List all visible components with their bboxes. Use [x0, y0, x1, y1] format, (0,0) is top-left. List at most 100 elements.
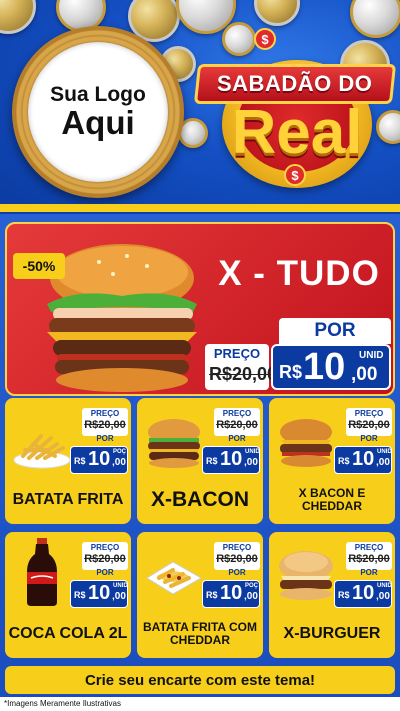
fries-cheddar-icon [146, 561, 203, 595]
old-price-label: PREÇO [354, 543, 384, 552]
coin-decoration [0, 0, 36, 34]
new-price-label: POR [360, 568, 378, 577]
unit-label: UNID [245, 449, 260, 455]
old-price-label: PREÇO [222, 543, 252, 552]
product-card[interactable]: PREÇO R$20,00 POR R$ 10 UNID ,00 COCA CO… [5, 532, 131, 658]
new-price-label: POR [279, 318, 391, 344]
product-name: COCA COLA 2L [8, 624, 128, 642]
new-price-label: POR [360, 434, 378, 443]
old-price-box: PREÇO R$20,00 [82, 542, 128, 570]
price-integer: 10 [352, 448, 375, 470]
old-price-label: PREÇO [222, 409, 252, 418]
price-integer: 10 [220, 582, 243, 604]
old-price-box: PREÇO R$20,00 [346, 542, 392, 570]
product-name: BATATA FRITA COM CHEDDAR [143, 620, 257, 647]
price-decimal: ,00 [376, 457, 390, 468]
logo-placeholder[interactable]: Sua Logo Aqui [28, 42, 168, 182]
old-price-label: PREÇO [90, 543, 120, 552]
old-price-box: PREÇO R$20,00 [214, 542, 260, 570]
dollar-coin-icon: $ [254, 28, 276, 50]
disclaimer: *Imagens Meramente Ilustrativas [0, 697, 400, 711]
burger-icon [280, 419, 332, 467]
title-top: SABADÃO DO [217, 71, 373, 96]
price-decimal: ,00 [351, 364, 378, 385]
featured-name: X - TUDO [218, 254, 380, 293]
product-card[interactable]: PREÇO R$20,00 POR R$ 10 UNID ,00 X-BURGU… [269, 532, 395, 658]
burger-icon [148, 419, 200, 468]
coin-decoration [350, 0, 400, 38]
currency: R$ [74, 456, 86, 466]
old-price-box: PREÇO R$20,00 [82, 408, 128, 436]
currency: R$ [206, 590, 218, 600]
unit-label: UNID [377, 449, 392, 455]
new-price-label: POR [96, 568, 114, 577]
product-card[interactable]: PREÇO R$20,00 POR R$ 10 POÇ ,00 BATATA F… [137, 532, 263, 658]
featured-offer[interactable]: -50% X - TUDO PREÇO R$20,00 POR R$ 10 UN… [5, 222, 395, 396]
currency: R$ [279, 362, 303, 382]
new-price-label: POR [228, 434, 246, 443]
old-price: R$20,00 [209, 364, 278, 384]
old-price: R$20,00 [84, 553, 126, 565]
product-name: BATATA FRITA [12, 490, 124, 508]
price-integer: 10 [88, 582, 111, 604]
price-decimal: ,00 [244, 457, 258, 468]
currency: R$ [74, 590, 86, 600]
price-integer: 10 [303, 346, 346, 388]
header-banner: Sua Logo Aqui $ SABADÃO DO Real $ [0, 0, 400, 212]
header-stripe [0, 204, 400, 212]
old-price: R$20,00 [216, 553, 258, 565]
price-integer: 10 [352, 582, 375, 604]
old-price: R$20,00 [84, 419, 126, 431]
old-price: R$20,00 [348, 553, 390, 565]
new-price-box: R$ 10 UNID ,00 [334, 446, 392, 474]
old-price-box: PREÇO R$20,00 [346, 408, 392, 436]
new-price-box: R$ 10 UNID ,00 [271, 344, 391, 390]
price-decimal: ,00 [376, 591, 390, 602]
unit-label: POÇ [245, 583, 259, 589]
new-price-box: R$ 10 UNID ,00 [70, 580, 128, 608]
new-price-label: POR [228, 568, 246, 577]
currency: R$ [338, 456, 350, 466]
unit-label: UNID [377, 583, 392, 589]
product-name: X-BACON [151, 487, 249, 511]
old-price-label: PREÇO [213, 346, 261, 361]
old-price-box: PREÇO R$20,00 [205, 344, 278, 390]
old-price-label: PREÇO [354, 409, 384, 418]
new-price-label: POR [96, 434, 114, 443]
currency: R$ [338, 590, 350, 600]
burger-icon [279, 551, 333, 600]
price-integer: 10 [88, 448, 111, 470]
price-decimal: ,00 [112, 591, 126, 602]
old-price-box: PREÇO R$20,00 [214, 408, 260, 436]
unit-label: UNID [113, 583, 128, 589]
fries-icon [13, 434, 71, 469]
price-integer: 10 [220, 448, 243, 470]
currency: R$ [206, 456, 218, 466]
product-card[interactable]: PREÇO R$20,00 POR R$ 10 UNID ,00 X BACON… [269, 398, 395, 524]
new-price-box: R$ 10 UNID ,00 [334, 580, 392, 608]
flyer: Sua Logo Aqui $ SABADÃO DO Real $ -50% X… [0, 0, 400, 711]
title-badge: $ SABADÃO DO Real $ [193, 28, 397, 194]
offers-section: -50% X - TUDO PREÇO R$20,00 POR R$ 10 UN… [0, 214, 400, 711]
logo-text-top: Sua Logo [50, 83, 146, 107]
product-name: X BACON E CHEDDAR [298, 486, 366, 513]
new-price-box: R$ 10 POÇ ,00 [70, 446, 128, 474]
logo-text-bottom: Aqui [61, 104, 135, 142]
product-card[interactable]: PREÇO R$20,00 POR R$ 10 POÇ ,00 BATATA F… [5, 398, 131, 524]
new-price-box: R$ 10 POÇ ,00 [202, 580, 260, 608]
new-price-box: R$ 10 UNID ,00 [202, 446, 260, 474]
old-price: R$20,00 [216, 419, 258, 431]
product-card[interactable]: PREÇO R$20,00 POR R$ 10 UNID ,00 X-BACON [137, 398, 263, 524]
price-decimal: ,00 [244, 591, 258, 602]
old-price-label: PREÇO [90, 409, 120, 418]
product-name: X-BURGUER [283, 624, 381, 642]
title-main: Real [231, 98, 363, 167]
price-decimal: ,00 [112, 457, 126, 468]
unit-label: UNID [359, 350, 384, 361]
cta-banner[interactable]: Crie seu encarte com este tema! [5, 666, 395, 694]
old-price: R$20,00 [348, 419, 390, 431]
discount-badge: -50% [13, 253, 65, 279]
bottle-icon [27, 538, 57, 606]
unit-label: POÇ [113, 449, 127, 455]
coin-decoration [254, 0, 300, 26]
